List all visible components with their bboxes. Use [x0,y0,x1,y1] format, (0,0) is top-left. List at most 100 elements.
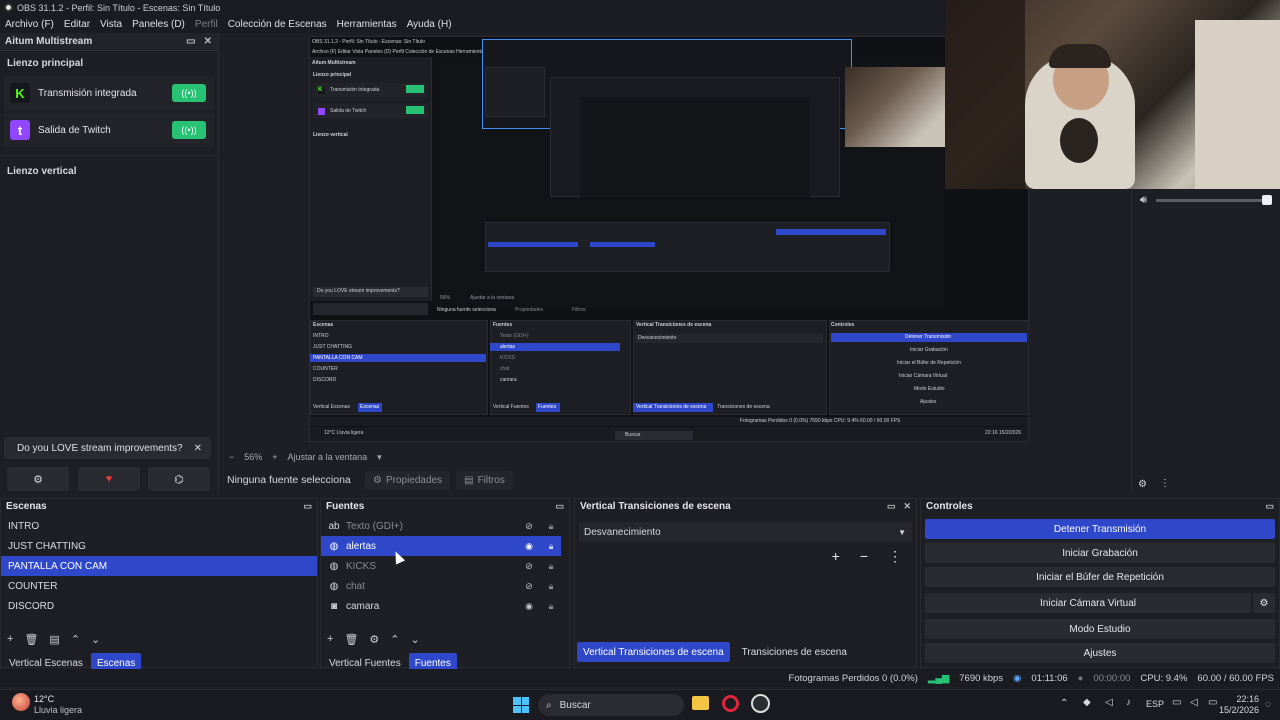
close-dock-icon[interactable]: ✕ [204,36,212,47]
start-replay-buffer-button[interactable]: Iniciar el Búfer de Repetición [925,567,1275,587]
chevron-down-icon[interactable]: ▾ [377,452,382,463]
scene-item[interactable]: JUST CHATTING [1,536,317,556]
properties-button[interactable]: ⚙ Propiedades [365,470,451,490]
fit-window-label[interactable]: Ajustar a la ventana [288,452,368,462]
menu-profile[interactable]: Perfil [190,19,223,30]
menu-scene-collection[interactable]: Colección de Escenas [223,19,332,30]
taskbar-search[interactable]: ⌕ Buscar [538,694,684,716]
gear-icon[interactable]: ⚙ [369,633,379,646]
float-panel-icon[interactable]: ▭ [1265,501,1274,512]
tab-vertical-transitions[interactable]: Vertical Transiciones de escena [577,642,730,662]
zoom-in-icon[interactable]: + [272,452,277,462]
add-icon[interactable]: + [327,633,333,645]
float-panel-icon[interactable]: ▭ [887,501,896,512]
studio-mode-button[interactable]: Modo Estudio [925,619,1275,639]
chevron-down-icon: ▼ [898,527,906,537]
battery-icon[interactable]: ▭ [1208,697,1217,708]
settings-button[interactable]: ⚙ [7,467,69,491]
lock-icon[interactable]: 🔒︎ [541,581,561,592]
scene-item-selected[interactable]: PANTALLA CON CAM [1,556,317,576]
scene-item[interactable]: INTRO [1,516,317,536]
lock-icon[interactable]: 🔒︎ [541,541,561,552]
opera-icon[interactable] [722,695,739,712]
browser-icon: ◍ [329,560,339,572]
menu-view[interactable]: Vista [95,19,127,30]
tab-transitions[interactable]: Transiciones de escena [736,642,853,662]
windows-start-icon[interactable] [513,697,529,713]
minus-icon[interactable]: − [860,548,868,565]
eye-hidden-icon[interactable]: ⊘ [523,581,535,592]
volume-icon[interactable]: ◁ [1190,697,1198,708]
discord-button[interactable]: ⌬ [148,467,210,491]
file-explorer-icon[interactable] [692,696,709,710]
volume-slider-handle[interactable] [1262,195,1272,205]
chevron-down-icon[interactable]: ⌄ [91,633,100,646]
float-panel-icon[interactable]: ▭ [303,501,312,512]
promo-banner[interactable]: Do you LOVE stream improvements? ✕ [4,437,211,459]
volume-slider[interactable] [1156,199,1268,202]
close-panel-icon[interactable]: ✕ [903,501,911,512]
clock-date[interactable]: 15/2/2026 [1218,705,1259,715]
eye-hidden-icon[interactable]: ⊘ [523,561,535,572]
menu-file[interactable]: Archivo (F) [0,19,59,30]
chevron-up-icon[interactable]: ⌃ [390,633,399,646]
microphone-icon[interactable]: ♪ [1126,697,1131,708]
chevron-up-icon[interactable]: ⌃ [71,633,80,646]
obs-taskbar-icon[interactable] [751,694,770,713]
clock-time[interactable]: 22:16 [1229,694,1259,704]
output-toggle-button[interactable]: ((•)) [172,84,206,102]
network-icon[interactable]: ▭ [1172,697,1181,708]
float-panel-icon[interactable]: ▭ [555,501,564,512]
source-item[interactable]: ◍ chat ⊘ 🔒︎ [321,576,561,596]
notification-icon[interactable]: ◌ [1265,699,1271,710]
source-item[interactable]: ◙ camara ◉ 🔒︎ [321,596,561,616]
settings-button[interactable]: Ajustes [925,643,1275,663]
menu-tools[interactable]: Herramientas [332,19,402,30]
zoom-out-icon[interactable]: − [229,452,234,462]
menu-docks[interactable]: Paneles (D) [127,19,190,30]
lock-icon[interactable]: 🔒︎ [541,561,561,572]
source-item[interactable]: ◍ KICKS ⊘ 🔒︎ [321,556,561,576]
sources-panel: Fuentes ▭ ab Texto (GDI+) ⊘ 🔒︎ ◍ alertas… [320,498,570,673]
menu-help[interactable]: Ayuda (H) [402,19,457,30]
start-recording-button[interactable]: Iniciar Grabación [925,543,1275,563]
stop-stream-button[interactable]: Detener Transmisión [925,519,1275,539]
source-item-selected[interactable]: ◍ alertas ◉ 🔒︎ [321,536,561,556]
transition-select[interactable]: Desvanecimiento ▼ [579,522,912,542]
volume-icon[interactable]: 🔊︎ [1140,194,1147,207]
mixer-settings-icon[interactable]: ⚙ [1138,479,1147,490]
preview-canvas[interactable]: OBS 31.1.2 - Perfil: Sin Título - Escena… [309,36,1029,442]
chevron-down-icon[interactable]: ⌄ [411,633,420,646]
trash-icon[interactable]: 🗑︎ [24,633,38,646]
add-icon[interactable]: + [832,548,840,565]
float-dock-icon[interactable]: ▭ [186,36,195,47]
chevron-up-icon[interactable]: ⌃ [1060,698,1068,709]
mini-scene: COUNTER [313,366,338,372]
source-item[interactable]: ab Texto (GDI+) ⊘ 🔒︎ [321,516,561,536]
filter-icon[interactable]: ▤ [49,633,59,646]
language-indicator[interactable]: ESP [1146,699,1164,709]
speaker-icon[interactable]: ◁ [1105,697,1113,708]
donate-button[interactable]: ♥ [78,467,140,491]
menu-icon[interactable]: ⋮ [888,548,902,565]
transition-selected-value: Desvanecimiento [584,526,661,538]
trash-icon[interactable]: 🗑︎ [344,633,358,646]
lock-icon[interactable]: 🔒︎ [541,601,561,612]
add-icon[interactable]: + [7,633,13,645]
eye-hidden-icon[interactable]: ⊘ [523,521,535,532]
virtual-camera-settings-button[interactable]: ⚙ [1253,593,1275,613]
eye-icon[interactable]: ◉ [523,541,535,552]
mixer-menu-icon[interactable]: ⋮ [1160,478,1170,489]
lock-icon[interactable]: 🔒︎ [541,521,561,532]
close-promo-icon[interactable]: ✕ [194,443,202,454]
tray-icon[interactable]: ◆ [1083,697,1091,708]
menu-edit[interactable]: Editar [59,19,95,30]
eye-icon[interactable]: ◉ [523,601,535,612]
record-icon: ● [1077,672,1084,684]
output-toggle-button[interactable]: ((•)) [172,121,206,139]
browser-icon: ◍ [329,580,339,592]
filters-button[interactable]: ▤ Filtros [456,470,513,490]
scene-item[interactable]: COUNTER [1,576,317,596]
start-virtual-camera-button[interactable]: Iniciar Cámara Virtual [925,593,1251,613]
scene-item[interactable]: DISCORD [1,596,317,616]
